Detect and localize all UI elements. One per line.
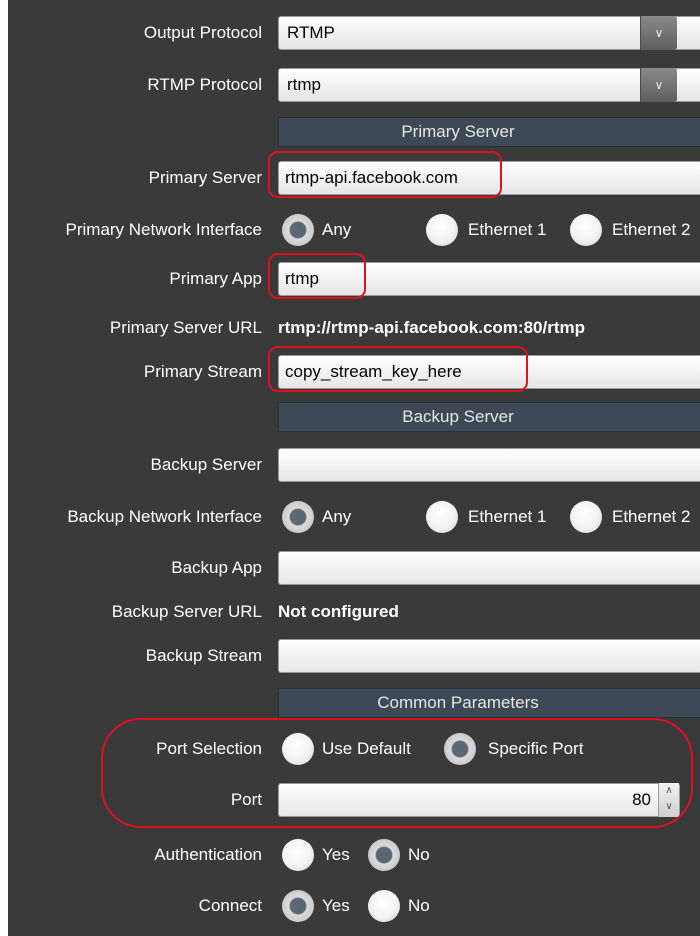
backup-interface-ethernet1-label: Ethernet 1: [468, 507, 547, 526]
backup-server-url-value: Not configured: [278, 602, 399, 621]
connect-yes-radio[interactable]: [282, 890, 314, 922]
primary-interface-any-label: Any: [322, 220, 352, 239]
common-parameters-section-header: Common Parameters: [278, 688, 700, 718]
connect-label: Connect: [198, 896, 262, 915]
highlight-port-settings: [101, 718, 693, 828]
backup-interface-any-radio[interactable]: [282, 501, 314, 533]
backup-server-label: Backup Server: [150, 455, 263, 474]
primary-server-url-value: rtmp://rtmp-api.facebook.com:80/rtmp: [278, 318, 585, 337]
authentication-label: Authentication: [154, 845, 262, 864]
left-edge: [0, 0, 8, 936]
chevron-down-icon[interactable]: ∨: [640, 68, 677, 102]
backup-interface-any-label: Any: [322, 507, 352, 526]
connect-yes-label: Yes: [322, 896, 350, 915]
primary-interface-any-radio[interactable]: [282, 214, 314, 246]
backup-server-url-label: Backup Server URL: [111, 602, 262, 621]
backup-interface-ethernet2-label: Ethernet 2: [612, 507, 691, 526]
auth-yes-radio[interactable]: [282, 839, 314, 871]
backup-network-interface-label: Backup Network Interface: [67, 507, 262, 526]
output-protocol-label: Output Protocol: [143, 23, 262, 42]
primary-interface-ethernet2-label: Ethernet 2: [612, 220, 691, 239]
backup-app-input[interactable]: [278, 551, 700, 585]
auth-no-radio[interactable]: [368, 839, 400, 871]
rtmp-protocol-select[interactable]: rtmp: [278, 68, 700, 102]
backup-stream-input[interactable]: [278, 639, 700, 673]
section-title: Primary Server: [401, 122, 515, 141]
primary-stream-label: Primary Stream: [143, 362, 262, 381]
primary-network-interface-label: Primary Network Interface: [65, 220, 263, 239]
auth-yes-label: Yes: [322, 845, 350, 864]
output-protocol-select[interactable]: RTMP: [278, 16, 700, 50]
primary-interface-ethernet1-label: Ethernet 1: [468, 220, 547, 239]
primary-server-url-label: Primary Server URL: [109, 318, 262, 337]
backup-server-section-header: Backup Server: [278, 402, 700, 432]
highlight-primary-app: [268, 253, 366, 299]
connect-no-label: No: [408, 896, 430, 915]
primary-app-label: Primary App: [169, 269, 262, 288]
chevron-down-icon[interactable]: ∨: [640, 16, 677, 50]
connect-no-radio[interactable]: [368, 890, 400, 922]
backup-app-label: Backup App: [171, 558, 262, 577]
auth-no-label: No: [408, 845, 430, 864]
primary-server-section-header: Primary Server: [278, 117, 700, 147]
primary-interface-ethernet1-radio[interactable]: [426, 214, 458, 246]
highlight-primary-server: [268, 151, 502, 198]
section-title: Common Parameters: [377, 693, 539, 712]
highlight-primary-stream: [268, 346, 528, 392]
section-title: Backup Server: [402, 407, 514, 426]
rtmp-protocol-label: RTMP Protocol: [147, 75, 262, 94]
backup-stream-label: Backup Stream: [145, 646, 262, 665]
primary-interface-ethernet2-radio[interactable]: [570, 214, 602, 246]
primary-server-label: Primary Server: [148, 168, 262, 187]
backup-interface-ethernet2-radio[interactable]: [570, 501, 602, 533]
backup-server-input[interactable]: [278, 448, 700, 482]
backup-interface-ethernet1-radio[interactable]: [426, 501, 458, 533]
